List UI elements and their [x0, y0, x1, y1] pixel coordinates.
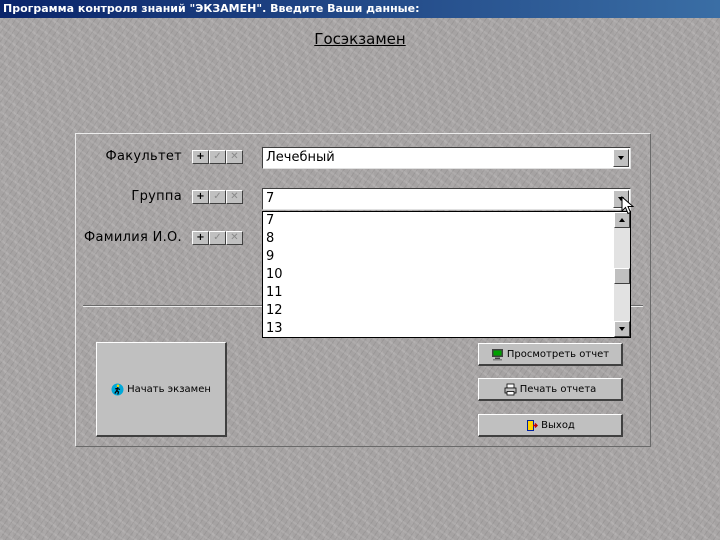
- faculty-dropdown-arrow[interactable]: [613, 149, 629, 167]
- view-report-button[interactable]: Просмотреть отчет: [478, 343, 623, 366]
- start-exam-button[interactable]: Начать экзамен: [96, 342, 227, 437]
- exit-label: Выход: [541, 419, 575, 431]
- group-label: Группа: [131, 189, 182, 204]
- group-add-button[interactable]: +: [192, 190, 209, 204]
- group-select[interactable]: 7: [262, 188, 631, 210]
- window-title: Программа контроля знаний "ЭКЗАМЕН". Вве…: [3, 2, 420, 15]
- faculty-add-button[interactable]: +: [192, 150, 209, 164]
- list-item[interactable]: 7: [263, 212, 630, 230]
- view-report-label: Просмотреть отчет: [506, 348, 610, 360]
- running-man-icon: [111, 383, 124, 395]
- name-post-button[interactable]: ✓: [209, 231, 226, 245]
- list-item[interactable]: 9: [263, 248, 630, 266]
- exit-button[interactable]: Выход: [478, 414, 623, 437]
- group-navigator: + ✓ ✕: [192, 190, 243, 204]
- name-cancel-button[interactable]: ✕: [226, 231, 243, 245]
- print-report-label: Печать отчета: [519, 383, 597, 395]
- list-item[interactable]: 12: [263, 302, 630, 320]
- faculty-post-button[interactable]: ✓: [209, 150, 226, 164]
- list-item[interactable]: 10: [263, 266, 630, 284]
- window-title-bar: Программа контроля знаний "ЭКЗАМЕН". Вве…: [0, 0, 720, 18]
- faculty-cancel-button[interactable]: ✕: [226, 150, 243, 164]
- list-item[interactable]: 13: [263, 320, 630, 337]
- name-label: Фамилия И.О.: [84, 230, 182, 245]
- list-item[interactable]: 8: [263, 230, 630, 248]
- faculty-label: Факультет: [105, 149, 182, 164]
- group-select-value: 7: [266, 191, 275, 206]
- faculty-navigator: + ✓ ✕: [192, 150, 243, 164]
- name-add-button[interactable]: +: [192, 231, 209, 245]
- faculty-select[interactable]: Лечебный: [262, 147, 631, 169]
- group-cancel-button[interactable]: ✕: [226, 190, 243, 204]
- exit-door-icon: [527, 419, 539, 431]
- printer-icon: [504, 383, 517, 395]
- scroll-thumb[interactable]: [614, 268, 630, 284]
- page-title: Госэкзамен: [314, 30, 406, 48]
- group-post-button[interactable]: ✓: [209, 190, 226, 204]
- dropdown-scrollbar[interactable]: [614, 212, 630, 337]
- list-item[interactable]: 11: [263, 284, 630, 302]
- scroll-down-button[interactable]: [614, 321, 630, 337]
- mouse-cursor-icon: [621, 196, 635, 215]
- faculty-select-value: Лечебный: [266, 150, 335, 165]
- group-dropdown-list[interactable]: 7 8 9 10 11 12 13: [262, 211, 631, 338]
- start-exam-label: Начать экзамен: [127, 383, 211, 395]
- print-report-button[interactable]: Печать отчета: [478, 378, 623, 401]
- name-navigator: + ✓ ✕: [192, 231, 243, 245]
- monitor-icon: [491, 348, 503, 360]
